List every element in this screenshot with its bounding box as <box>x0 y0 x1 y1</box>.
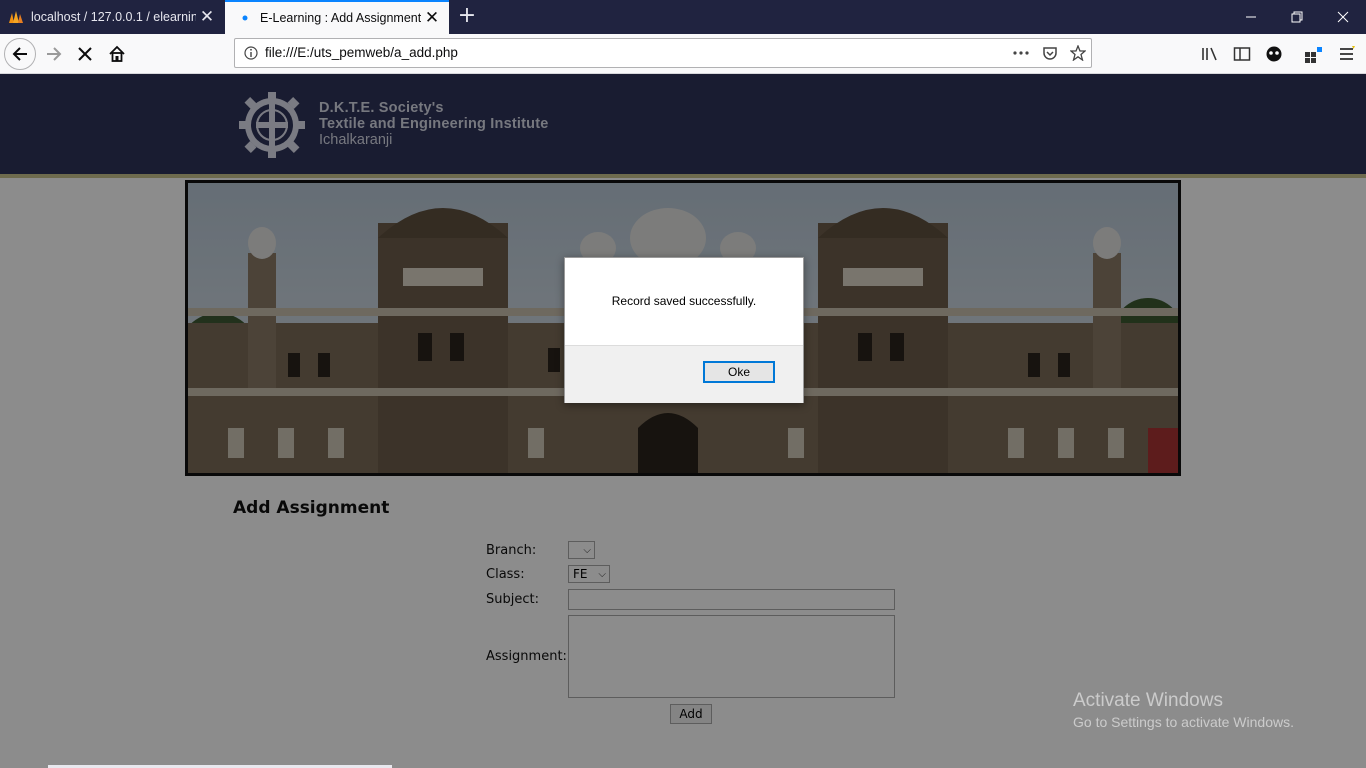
dot-icon <box>237 10 253 26</box>
close-tab-icon[interactable]: ✕ <box>196 7 218 27</box>
stop-loading-icon[interactable] <box>69 38 101 70</box>
close-window-icon[interactable] <box>1320 0 1366 34</box>
tab-title: E-Learning : Add Assignment <box>260 11 421 25</box>
sidebar-icon[interactable] <box>1226 38 1258 70</box>
dialog-message: Record saved successfully. <box>611 294 757 308</box>
navigation-toolbar: file:///E:/uts_pemweb/a_add.php <box>0 34 1366 74</box>
watermark-line-2: Go to Settings to activate Windows. <box>1073 714 1294 730</box>
activate-windows-watermark: Activate Windows Go to Settings to activ… <box>1073 690 1294 730</box>
forward-arrow-icon[interactable] <box>38 38 70 70</box>
phpmyadmin-icon <box>8 9 24 25</box>
tab-strip: localhost / 127.0.0.1 / elearning ✕ E-Le… <box>0 0 1366 34</box>
info-icon[interactable] <box>244 46 258 63</box>
tab-title: localhost / 127.0.0.1 / elearning <box>31 10 196 24</box>
new-tab-plus-icon[interactable]: + <box>454 3 480 29</box>
privacy-mask-icon[interactable] <box>1258 38 1290 70</box>
ok-button[interactable]: Oke <box>703 361 775 383</box>
watermark-line-1: Activate Windows <box>1073 690 1223 711</box>
back-arrow-icon[interactable] <box>4 38 36 70</box>
menu-hamburger-icon[interactable] <box>1331 38 1363 70</box>
extensions-icon[interactable] <box>1298 38 1330 70</box>
tab-add-assignment[interactable]: E-Learning : Add Assignment ✕ <box>225 0 449 34</box>
bookmark-star-icon[interactable] <box>1068 43 1088 63</box>
url-text: file:///E:/uts_pemweb/a_add.php <box>265 45 458 60</box>
restore-icon[interactable] <box>1274 0 1320 34</box>
minimize-icon[interactable] <box>1228 0 1274 34</box>
close-tab-icon[interactable]: ✕ <box>421 8 443 28</box>
alert-dialog: Record saved successfully. Oke <box>564 257 804 403</box>
more-actions-icon[interactable] <box>1011 43 1031 63</box>
library-icon[interactable] <box>1194 38 1226 70</box>
home-icon[interactable] <box>101 38 133 70</box>
modal-overlay <box>0 74 1366 768</box>
tab-phpmyadmin[interactable]: localhost / 127.0.0.1 / elearning ✕ <box>0 0 224 34</box>
address-bar[interactable]: file:///E:/uts_pemweb/a_add.php <box>234 38 1092 68</box>
pocket-icon[interactable] <box>1040 43 1060 63</box>
dialog-footer: Oke <box>565 345 803 403</box>
